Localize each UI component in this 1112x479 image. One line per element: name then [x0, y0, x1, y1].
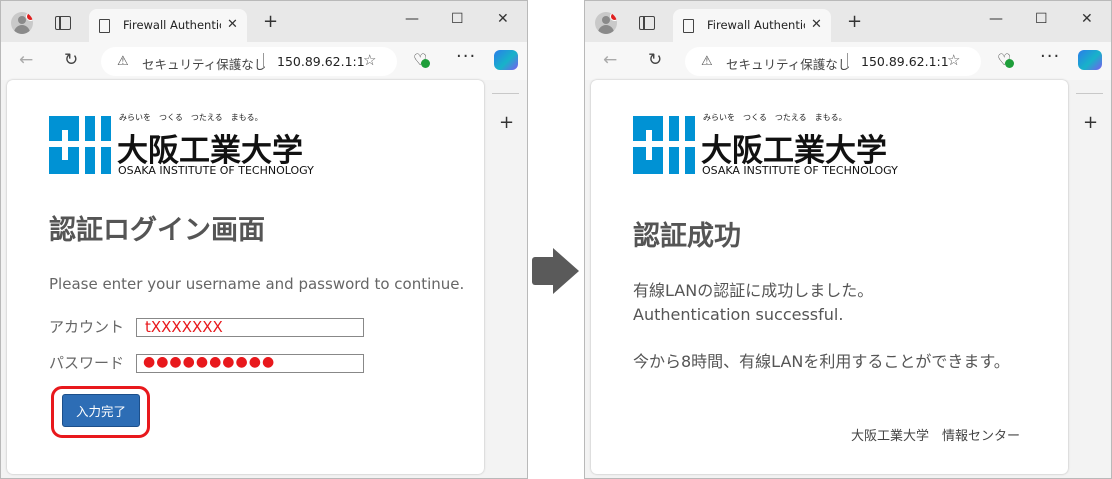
new-tab-button[interactable]: +	[263, 11, 278, 32]
tab-close-icon[interactable]: ✕	[227, 17, 238, 32]
success-page: みらいを つくる つたえる まもる。 大阪工業大学 OSAKA INSTITUT…	[591, 80, 1068, 474]
address-divider	[847, 53, 848, 69]
tab-title: Firewall Authentic	[123, 18, 221, 32]
address-divider	[263, 53, 264, 69]
browser-window-success: Firewall Authentic ✕ + — ☐ ✕ ← ↻ ⚠ セキュリテ…	[584, 0, 1112, 479]
edge-sidebar: +	[1069, 80, 1111, 478]
submit-button[interactable]: 入力完了	[62, 394, 140, 427]
status-badge	[1005, 59, 1014, 68]
oit-logo: みらいを つくる つたえる まもる。 大阪工業大学 OSAKA INSTITUT…	[49, 112, 329, 182]
oit-logo: みらいを つくる つたえる まもる。 大阪工業大学 OSAKA INSTITUT…	[633, 112, 913, 182]
page-title: 認証成功	[633, 221, 741, 252]
password-value: ●●●●●●●●●●	[143, 354, 276, 370]
logo-slogan: みらいを つくる つたえる まもる。	[119, 113, 263, 122]
close-window-button[interactable]: ✕	[497, 11, 509, 27]
url-text[interactable]: 150.89.62.1:1	[861, 54, 949, 69]
maximize-button[interactable]: ☐	[451, 11, 464, 27]
account-input[interactable]: tXXXXXXX	[136, 318, 364, 337]
tab-close-icon[interactable]: ✕	[811, 17, 822, 32]
reload-button[interactable]: ↻	[648, 50, 662, 70]
logo-english-name: OSAKA INSTITUTE OF TECHNOLOGY	[118, 164, 314, 177]
copilot-icon[interactable]	[1078, 50, 1102, 70]
login-page: みらいを つくる つたえる まもる。 大阪工業大学 OSAKA INSTITUT…	[7, 80, 484, 474]
success-message-en: Authentication successful.	[633, 305, 844, 324]
toolbar: ← ↻ ⚠ セキュリティ保護なし 150.89.62.1:1 ☆	[585, 42, 1111, 80]
page-title: 認証ログイン画面	[49, 215, 265, 246]
toolbar: ← ↻ ⚠ セキュリティ保護なし 150.89.62.1:1 ☆	[1, 42, 527, 80]
logo-english-name: OSAKA INSTITUTE OF TECHNOLOGY	[702, 164, 898, 177]
tab-title: Firewall Authentic	[707, 18, 805, 32]
browser-window-login: Firewall Authentic ✕ + — ☐ ✕ ← ↻ ⚠ セキュリテ…	[0, 0, 528, 479]
back-button[interactable]: ←	[19, 50, 33, 70]
account-label: アカウント	[49, 318, 125, 336]
page-icon	[99, 19, 110, 33]
usage-duration-text: 今から8時間、有線LANを利用することができます。	[633, 352, 1010, 371]
arrow-right-icon	[532, 248, 580, 294]
reload-button[interactable]: ↻	[64, 50, 78, 70]
logo-mark	[49, 116, 111, 174]
warning-icon: ⚠	[117, 54, 129, 69]
tab-actions-icon[interactable]	[639, 16, 655, 30]
more-menu-button[interactable]: ···	[1040, 46, 1060, 67]
back-button[interactable]: ←	[603, 50, 617, 70]
success-message-ja: 有線LANの認証に成功しました。	[633, 281, 874, 300]
logo-mark	[633, 116, 695, 174]
favorite-star-icon[interactable]: ☆	[363, 51, 376, 69]
account-value: tXXXXXXX	[145, 318, 223, 336]
new-tab-button[interactable]: +	[847, 11, 862, 32]
sidebar-divider	[1076, 93, 1103, 94]
password-input[interactable]: ●●●●●●●●●●	[136, 354, 364, 373]
more-menu-button[interactable]: ···	[456, 46, 476, 67]
minimize-button[interactable]: —	[989, 11, 1003, 27]
security-label[interactable]: セキュリティ保護なし	[142, 54, 266, 73]
warning-icon: ⚠	[701, 54, 713, 69]
instruction-text: Please enter your username and password …	[49, 275, 465, 293]
tab-firewall-auth[interactable]: Firewall Authentic ✕	[89, 9, 247, 42]
logo-slogan: みらいを つくる つたえる まもる。	[703, 113, 847, 122]
url-text[interactable]: 150.89.62.1:1	[277, 54, 365, 69]
sidebar-add-button[interactable]: +	[1083, 112, 1098, 133]
security-label[interactable]: セキュリティ保護なし	[726, 54, 850, 73]
page-icon	[683, 19, 694, 33]
address-bar[interactable]: ⚠ セキュリティ保護なし 150.89.62.1:1 ☆	[101, 47, 397, 76]
minimize-button[interactable]: —	[405, 11, 419, 27]
edge-sidebar: +	[485, 80, 527, 478]
password-label: パスワード	[49, 354, 125, 372]
address-bar[interactable]: ⚠ セキュリティ保護なし 150.89.62.1:1 ☆	[685, 47, 981, 76]
favorite-star-icon[interactable]: ☆	[947, 51, 960, 69]
tab-bar: Firewall Authentic ✕ + — ☐ ✕	[585, 1, 1111, 42]
status-badge	[421, 59, 430, 68]
close-window-button[interactable]: ✕	[1081, 11, 1093, 27]
profile-icon[interactable]	[595, 12, 617, 34]
tab-actions-icon[interactable]	[55, 16, 71, 30]
copilot-icon[interactable]	[494, 50, 518, 70]
footer-text: 大阪工業大学 情報センター	[851, 429, 1021, 444]
sidebar-add-button[interactable]: +	[499, 112, 514, 133]
tab-firewall-auth[interactable]: Firewall Authentic ✕	[673, 9, 831, 42]
maximize-button[interactable]: ☐	[1035, 11, 1048, 27]
profile-icon[interactable]	[11, 12, 33, 34]
tab-bar: Firewall Authentic ✕ + — ☐ ✕	[1, 1, 527, 42]
sidebar-divider	[492, 93, 519, 94]
